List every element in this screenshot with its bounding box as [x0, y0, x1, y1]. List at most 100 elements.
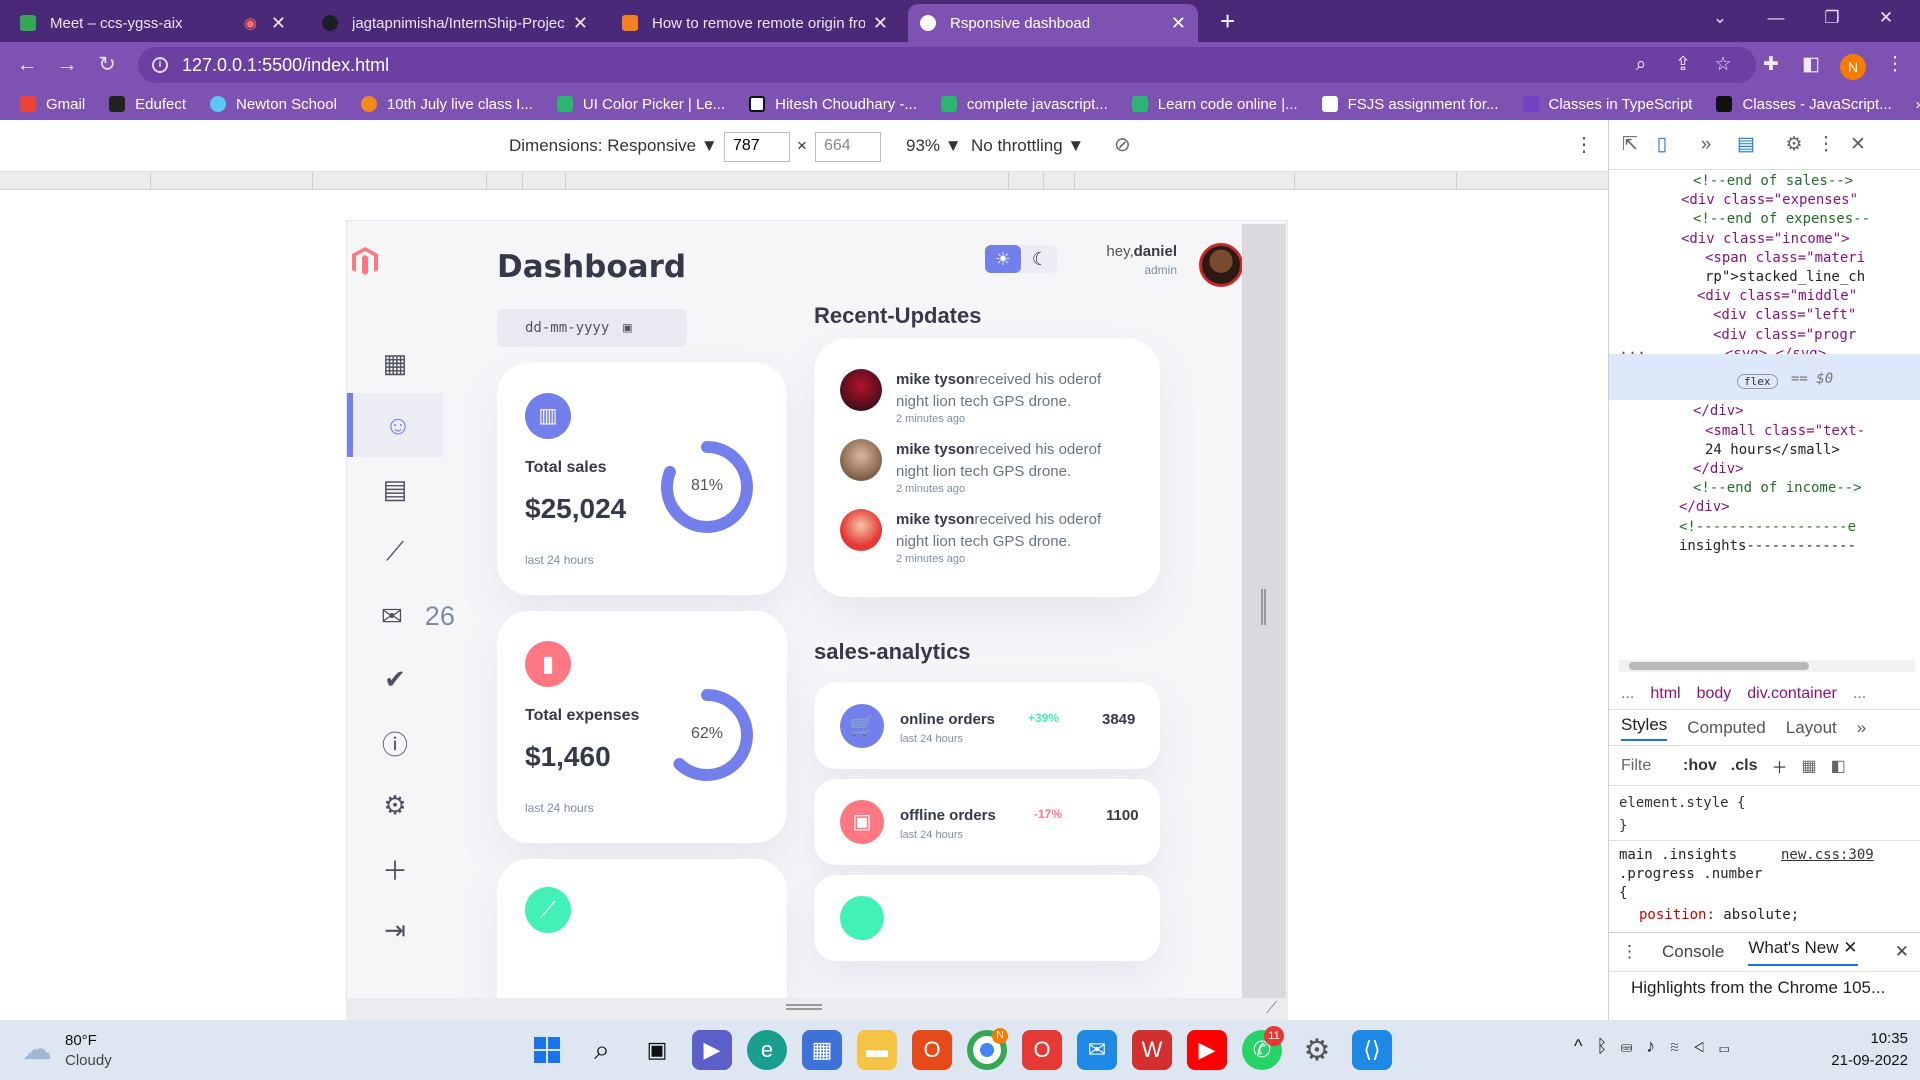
viewport-resize-handle-right[interactable]: [1242, 224, 1286, 998]
zoom-dropdown[interactable]: 93% ▼: [906, 136, 962, 156]
address-bar[interactable]: i 127.0.0.1:5500/index.html: [138, 47, 1756, 83]
dom-node-line[interactable]: insights-------------: [1679, 535, 1856, 558]
issues-icon[interactable]: ▤: [1731, 130, 1761, 160]
edge-icon[interactable]: e: [747, 1030, 787, 1070]
device-options-icon[interactable]: ⋮: [1574, 132, 1594, 157]
search-icon[interactable]: ⌕: [582, 1030, 622, 1070]
drawer-menu-icon[interactable]: ⋮: [1621, 942, 1638, 962]
inspect-element-icon[interactable]: ⇱: [1615, 130, 1645, 160]
more-bookmarks-button[interactable]: »: [1916, 96, 1920, 113]
throttling-dropdown[interactable]: No throttling ▼: [971, 136, 1084, 156]
battery-icon[interactable]: ▭: [1719, 1036, 1744, 1056]
tab-dashboard[interactable]: Rsponsive dashboad ✕: [908, 4, 1198, 42]
forward-icon[interactable]: →: [52, 50, 82, 80]
reload-icon[interactable]: ↻: [92, 50, 122, 80]
profile-avatar[interactable]: N: [1840, 54, 1866, 80]
tab-stackoverflow[interactable]: How to remove remote origin fro ✕: [610, 4, 900, 42]
scroll-thumb[interactable]: [1629, 662, 1809, 670]
sidebar-item-analytics[interactable]: ⟋: [347, 520, 443, 584]
maximize-button[interactable]: ❐: [1812, 8, 1852, 32]
mail-icon[interactable]: ✉: [1077, 1030, 1117, 1070]
media-query-ruler[interactable]: [0, 172, 1608, 190]
wps-icon[interactable]: W: [1132, 1030, 1172, 1070]
height-input[interactable]: 664: [815, 132, 881, 162]
sidebar-item-logout[interactable]: ⇥: [347, 898, 443, 962]
toggle-sidebar-icon[interactable]: ◧: [1831, 756, 1846, 776]
weather-condition[interactable]: Cloudy: [65, 1052, 112, 1069]
share-icon[interactable]: ⇪: [1668, 50, 1698, 80]
settings-icon[interactable]: ⚙: [1779, 130, 1809, 160]
date-input[interactable]: dd-mm-yyyy ▣: [497, 309, 687, 347]
new-tab-button[interactable]: +: [1220, 6, 1235, 37]
system-tray[interactable]: ^ᛒ⌨♪≋◁▭: [1574, 1036, 1744, 1057]
node-options-icon[interactable]: ···: [1619, 342, 1646, 365]
calendar-icon[interactable]: ▣: [623, 320, 631, 336]
sidebar-item-dashboard[interactable]: ▦: [347, 331, 443, 395]
browser-menu-icon[interactable]: ⋮: [1880, 50, 1910, 80]
tab-computed[interactable]: Computed: [1687, 718, 1765, 738]
tab-whats-new[interactable]: What's New ✕: [1748, 938, 1858, 966]
sidebar-item-settings[interactable]: ⚙: [347, 773, 443, 837]
settings-icon[interactable]: ⚙: [1297, 1030, 1337, 1070]
bookmark-gmail[interactable]: Gmail: [20, 96, 85, 113]
width-input[interactable]: 787: [724, 132, 790, 162]
sidebar-item-products[interactable]: ✔: [347, 647, 443, 711]
viewport-resize-handle-bottom[interactable]: ⟋: [346, 998, 1288, 1020]
tab-search-icon[interactable]: ⌄: [1700, 8, 1740, 32]
bookmark-typescript[interactable]: Classes in TypeScript: [1522, 96, 1692, 113]
more-tabs-icon[interactable]: »: [1691, 130, 1721, 160]
dimensions-dropdown[interactable]: Dimensions: Responsive ▼: [509, 136, 718, 156]
chevron-up-icon[interactable]: ^: [1574, 1036, 1596, 1056]
sidebar-item-add-product[interactable]: ＋: [347, 837, 443, 901]
drag-handle-icon[interactable]: [1261, 589, 1266, 625]
tab-styles[interactable]: Styles: [1621, 715, 1668, 741]
bookmark-learn-code[interactable]: Learn code online |...: [1131, 96, 1298, 113]
element-style-rule[interactable]: element.style {}: [1619, 792, 1745, 838]
start-button[interactable]: [527, 1030, 567, 1070]
filter-input[interactable]: Filte: [1621, 757, 1669, 775]
bookmark-newton[interactable]: Newton School: [210, 96, 337, 113]
bookmark-fsjs[interactable]: FSJS assignment for...: [1321, 96, 1499, 113]
close-tab-icon[interactable]: ✕: [1171, 13, 1186, 34]
vscode-icon[interactable]: ⟨⟩: [1352, 1030, 1392, 1070]
microphone-icon[interactable]: ♪: [1646, 1036, 1669, 1056]
bookmark-mdn[interactable]: Classes - JavaScript...: [1716, 96, 1892, 113]
sidebar-item-messages[interactable]: ✉ 26: [347, 584, 477, 648]
office-icon[interactable]: O: [912, 1030, 952, 1070]
resize-corner-icon[interactable]: ⟋: [1266, 1000, 1277, 1018]
tab-github[interactable]: jagtapnimisha/InternShip-Project ✕: [310, 4, 600, 42]
office-app-icon[interactable]: O: [1022, 1030, 1062, 1070]
paint-icon[interactable]: ▦: [1801, 756, 1816, 776]
tab-layout[interactable]: Layout: [1786, 718, 1837, 738]
close-window-button[interactable]: ✕: [1866, 8, 1906, 32]
wifi-icon[interactable]: ≋: [1669, 1036, 1694, 1056]
close-drawer-icon[interactable]: ✕: [1895, 942, 1909, 962]
bookmark-live-class[interactable]: 10th July live class I...: [360, 96, 533, 113]
rule-source-link[interactable]: new.css:309: [1781, 846, 1874, 865]
store-icon[interactable]: ▦: [802, 1030, 842, 1070]
side-panel-icon[interactable]: ◧: [1796, 50, 1826, 80]
avatar[interactable]: [1199, 243, 1243, 287]
new-rule-icon[interactable]: ＋: [1771, 754, 1787, 778]
extensions-icon[interactable]: ✚: [1756, 50, 1786, 80]
tab-console[interactable]: Console: [1662, 942, 1724, 962]
close-tab-icon[interactable]: ✕: [573, 13, 588, 34]
task-view-icon[interactable]: ▣: [637, 1030, 677, 1070]
clock-date[interactable]: 21-09-2022: [1800, 1052, 1908, 1069]
close-devtools-icon[interactable]: ✕: [1843, 130, 1873, 160]
flex-badge[interactable]: flex: [1737, 374, 1778, 389]
volume-icon[interactable]: ◁: [1694, 1036, 1719, 1056]
minimize-button[interactable]: —: [1756, 8, 1796, 32]
drag-handle-icon[interactable]: [786, 1004, 822, 1010]
keyboard-icon[interactable]: ⌨: [1621, 1036, 1646, 1056]
zoom-search-icon[interactable]: ⌕: [1626, 50, 1656, 80]
sidebar-item-customers[interactable]: ☺: [347, 393, 443, 457]
bookmark-color-picker[interactable]: UI Color Picker | Le...: [556, 96, 725, 113]
bluetooth-icon[interactable]: ᛒ: [1596, 1036, 1621, 1056]
bookmark-star-icon[interactable]: ☆: [1708, 50, 1738, 80]
close-tab-icon[interactable]: ✕: [271, 13, 286, 34]
css-rule[interactable]: main .insights .progress .number{: [1619, 846, 1762, 903]
tab-meet[interactable]: Meet – ccs-ygss-aix ◉ ✕: [8, 4, 298, 42]
cls-toggle[interactable]: .cls: [1731, 757, 1758, 775]
back-icon[interactable]: ←: [12, 50, 42, 80]
